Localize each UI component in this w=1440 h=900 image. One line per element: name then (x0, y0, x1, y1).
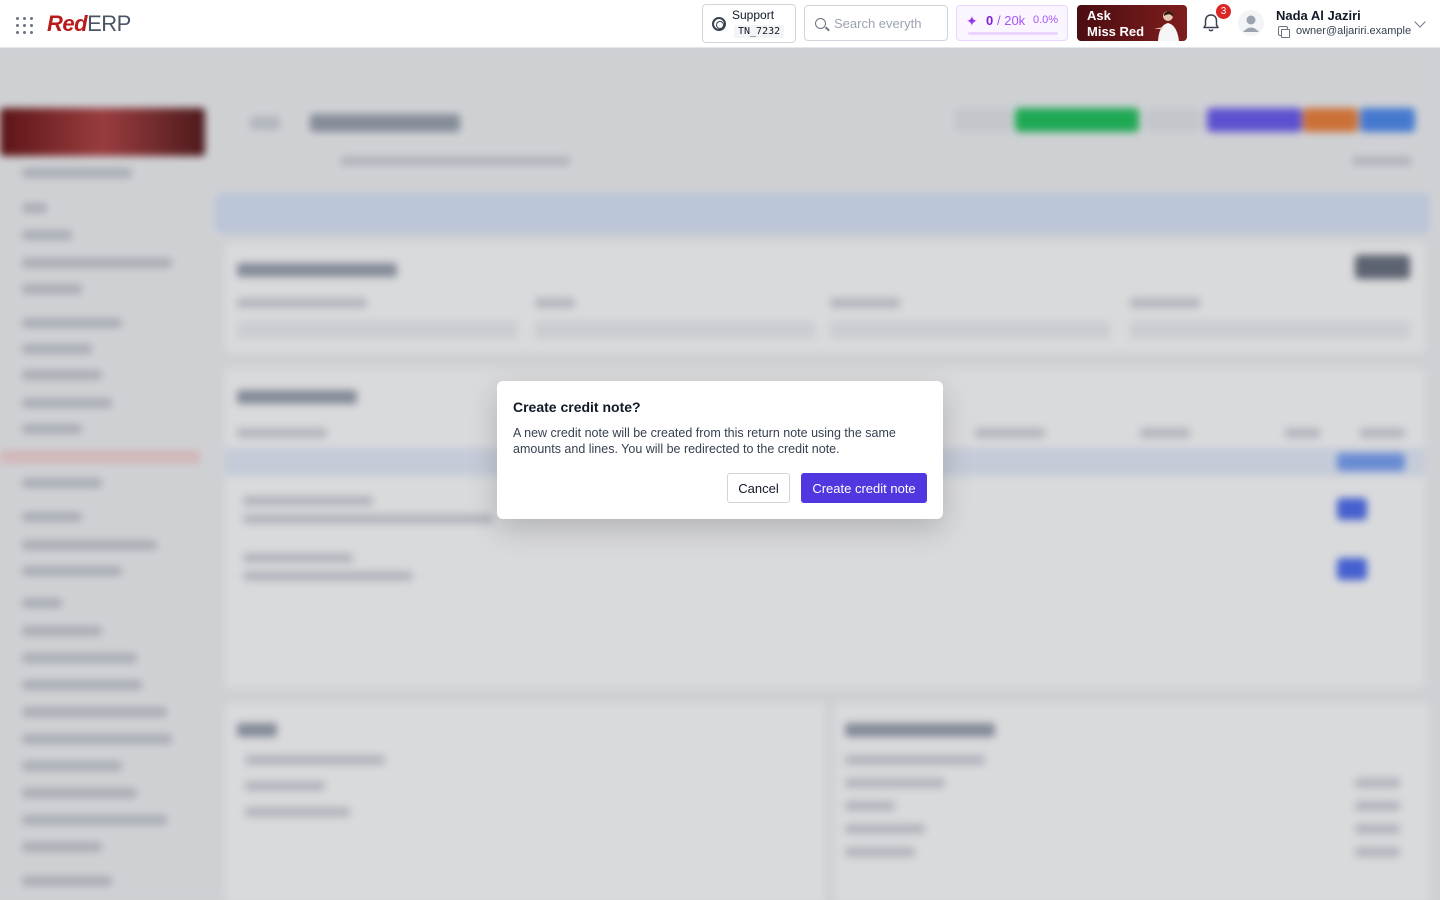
dialog-title: Create credit note? (513, 399, 641, 415)
top-bar: RedERP Support TN_7232 Search everyth ✦ … (0, 0, 1440, 48)
support-label: Support (732, 8, 775, 22)
lifebuoy-icon (712, 17, 726, 31)
credits-progress-bar (968, 32, 1058, 35)
support-code: TN_7232 (734, 25, 785, 38)
credits-percent: 0.0% (1033, 14, 1059, 26)
ai-credits-widget[interactable]: ✦ 0 / 20k 0.0% (956, 5, 1068, 41)
logo-red-text: Red (47, 11, 88, 36)
search-placeholder: Search everyth (834, 16, 922, 31)
create-credit-note-button[interactable]: Create credit note (801, 473, 927, 503)
support-button[interactable]: Support TN_7232 (702, 4, 796, 43)
notification-count-badge: 3 (1216, 4, 1231, 19)
assistant-avatar-icon (1154, 11, 1179, 41)
app-logo[interactable]: RedERP (47, 11, 131, 37)
apps-grid-icon[interactable] (16, 17, 34, 35)
chevron-down-icon[interactable] (1414, 16, 1426, 28)
search-icon (815, 18, 826, 29)
user-name: Nada Al Jaziri (1276, 8, 1361, 23)
create-credit-note-dialog: Create credit note? A new credit note wi… (497, 381, 943, 519)
user-email: owner@aljariri.example (1296, 25, 1412, 37)
miss-red-label: Miss Red (1087, 24, 1145, 39)
credits-used: 0 (986, 13, 994, 28)
user-avatar-icon[interactable] (1238, 10, 1264, 36)
ask-label: Ask (1087, 8, 1111, 23)
credits-total: / 20k (997, 13, 1026, 28)
sparkles-icon: ✦ (966, 13, 978, 29)
logo-erp-text: ERP (87, 11, 131, 36)
ask-miss-red-button[interactable]: Ask Miss Red (1077, 5, 1187, 41)
search-input[interactable]: Search everyth (804, 5, 948, 41)
copy-icon[interactable] (1278, 26, 1290, 38)
cancel-button[interactable]: Cancel (727, 473, 790, 503)
dialog-message: A new credit note will be created from t… (513, 426, 896, 456)
